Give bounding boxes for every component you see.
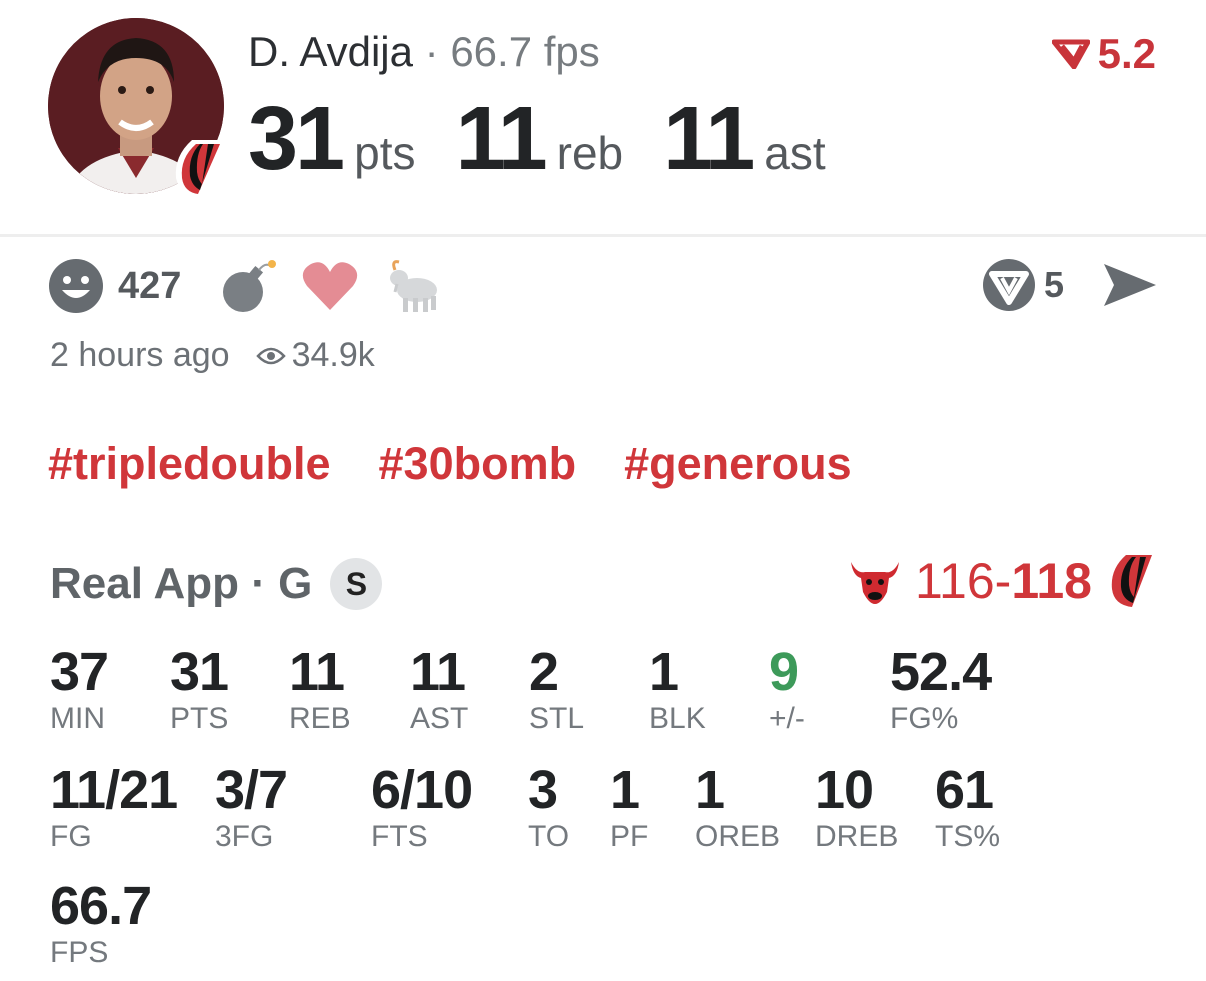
home-score: 118 bbox=[1011, 553, 1092, 609]
post-meta: 2 hours ago 34.9k bbox=[50, 336, 375, 375]
stat-label: DREB bbox=[815, 820, 899, 853]
stat-label: FPS bbox=[50, 936, 109, 969]
stat-value: 66.7 bbox=[50, 876, 152, 936]
reaction-bar: 427 bbox=[48, 256, 443, 316]
stat-value: 1 bbox=[695, 760, 725, 820]
headline-pts-unit: pts bbox=[354, 127, 416, 179]
stat-fps: 66.7 FPS bbox=[50, 876, 152, 970]
stat-label: OREB bbox=[695, 820, 781, 853]
rating-value: 5.2 bbox=[1097, 30, 1156, 77]
bomb-icon[interactable] bbox=[217, 258, 279, 314]
stat-min: 37 MIN bbox=[50, 642, 109, 736]
stat-3fg: 3/7 3FG bbox=[215, 760, 288, 854]
stat-value: 11/21 bbox=[50, 760, 178, 820]
bulls-logo bbox=[850, 562, 899, 604]
stat-label: +/- bbox=[769, 702, 805, 735]
player-name[interactable]: D. Avdija bbox=[248, 28, 413, 75]
stat-label: BLK bbox=[649, 702, 706, 735]
stat-dreb: 10 DREB bbox=[815, 760, 898, 854]
away-score: 116 bbox=[914, 553, 995, 609]
time-ago: 2 hours ago bbox=[50, 336, 230, 374]
hashtag-30bomb[interactable]: #30bomb bbox=[379, 438, 577, 490]
stat-to: 3 TO bbox=[528, 760, 569, 854]
stat-value: 1 bbox=[649, 642, 679, 702]
stat-value: 37 bbox=[50, 642, 109, 702]
heart-icon[interactable] bbox=[301, 260, 359, 312]
realapp-count[interactable]: 5 bbox=[1044, 264, 1064, 306]
game-score[interactable]: 116-118 bbox=[847, 552, 1156, 610]
stat-label: TS% bbox=[935, 820, 1001, 853]
reaction-count[interactable]: 427 bbox=[118, 265, 181, 308]
hashtag-list: #tripledouble #30bomb #generous bbox=[48, 438, 900, 490]
hashtag-tripledouble[interactable]: #tripledouble bbox=[48, 438, 331, 490]
stat-value: 11 bbox=[410, 642, 466, 702]
stat-source: Real App · G S bbox=[50, 558, 383, 610]
trail-blazers-score-logo bbox=[1111, 555, 1152, 607]
stat-value: 2 bbox=[529, 642, 559, 702]
stat-ast: 11 AST bbox=[410, 642, 468, 736]
stat-blk: 1 BLK bbox=[649, 642, 706, 736]
headline-pts-value: 31 bbox=[248, 89, 345, 189]
headline-reb-unit: reb bbox=[556, 127, 624, 179]
stat-fg-pct: 52.4 FG% bbox=[890, 642, 992, 736]
send-icon[interactable] bbox=[1102, 260, 1158, 310]
stat-value: 1 bbox=[610, 760, 640, 820]
stat-label: TO bbox=[528, 820, 570, 853]
eye-icon bbox=[255, 347, 286, 364]
stat-stl: 2 STL bbox=[529, 642, 584, 736]
goat-icon[interactable] bbox=[385, 258, 443, 314]
stat-label: MIN bbox=[50, 702, 105, 735]
score-dash: - bbox=[994, 553, 1012, 609]
player-fps: 66.7 fps bbox=[450, 28, 600, 75]
headline-ast-unit: ast bbox=[764, 127, 826, 179]
rating-badge[interactable]: 5.2 bbox=[1051, 30, 1156, 78]
name-separator: · bbox=[413, 28, 451, 75]
stat-value: 9 bbox=[769, 642, 799, 702]
stat-label: 3FG bbox=[215, 820, 274, 853]
stat-label: REB bbox=[289, 702, 351, 735]
stat-value: 11 bbox=[289, 642, 345, 702]
rating-down-icon bbox=[1051, 39, 1090, 69]
stat-value: 3/7 bbox=[215, 760, 288, 820]
stat-reb: 11 REB bbox=[289, 642, 351, 736]
headline-ast-value: 11 bbox=[663, 89, 755, 189]
stat-value: 52.4 bbox=[890, 642, 992, 702]
headline-stats: 31 pts 11 reb 11 ast bbox=[248, 88, 866, 191]
stat-ts-pct: 61 TS% bbox=[935, 760, 1000, 854]
headline-reb-value: 11 bbox=[455, 89, 547, 189]
stat-fg: 11/21 FG bbox=[50, 760, 178, 854]
stat-pf: 1 PF bbox=[610, 760, 648, 854]
stat-label: STL bbox=[529, 702, 585, 735]
stat-fts: 6/10 FTS bbox=[371, 760, 473, 854]
stat-value: 10 bbox=[815, 760, 874, 820]
post-actions: 5 bbox=[982, 258, 1158, 312]
trail-blazers-logo bbox=[170, 138, 228, 200]
starter-badge: S bbox=[330, 558, 383, 610]
smiley-icon[interactable] bbox=[48, 258, 104, 314]
stat-oreb: 1 OREB bbox=[695, 760, 780, 854]
stat-value: 61 bbox=[935, 760, 994, 820]
stat-label: FG% bbox=[890, 702, 959, 735]
header-divider bbox=[0, 234, 1206, 237]
stat-value: 31 bbox=[170, 642, 229, 702]
stat-plus-minus: 9 +/- bbox=[769, 642, 805, 736]
view-count: 34.9k bbox=[291, 336, 375, 374]
stat-label: AST bbox=[410, 702, 469, 735]
stat-pts: 31 PTS bbox=[170, 642, 229, 736]
stat-label: PF bbox=[610, 820, 649, 853]
stat-value: 6/10 bbox=[371, 760, 473, 820]
source-label: Real App · G bbox=[50, 559, 313, 608]
stat-value: 3 bbox=[528, 760, 558, 820]
stat-label: FG bbox=[50, 820, 92, 853]
hashtag-generous[interactable]: #generous bbox=[624, 438, 852, 490]
stat-label: PTS bbox=[170, 702, 229, 735]
stat-label: FTS bbox=[371, 820, 428, 853]
realapp-icon[interactable] bbox=[982, 258, 1036, 312]
player-name-line: D. Avdija · 66.7 fps bbox=[248, 28, 600, 76]
